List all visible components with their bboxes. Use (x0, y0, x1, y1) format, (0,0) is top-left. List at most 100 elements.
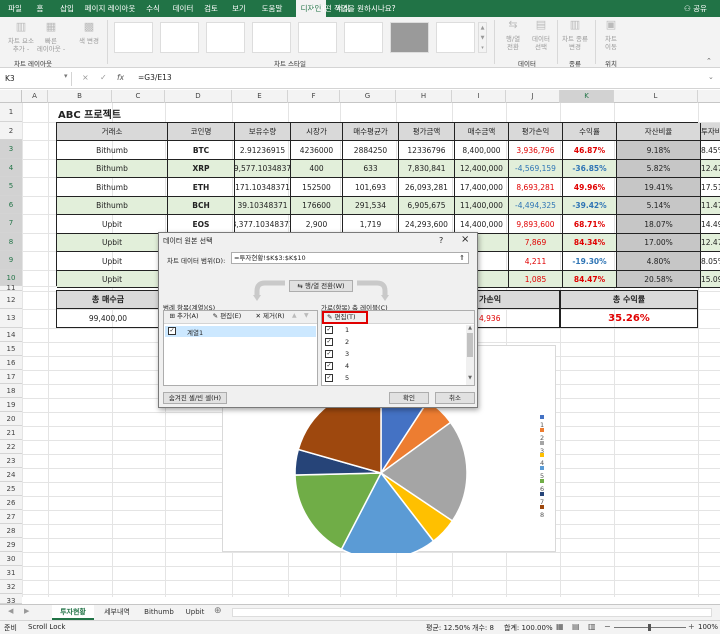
page-break-view-icon[interactable]: ▥ (588, 622, 596, 631)
series-checkbox[interactable]: ✓ (168, 327, 176, 335)
scroll-up-icon[interactable]: ▲ (466, 325, 474, 331)
table-cell[interactable]: 633 (343, 160, 399, 178)
table-cell[interactable]: -36.85% (563, 160, 617, 178)
ok-button[interactable]: 확인 (389, 392, 429, 404)
row-header-27[interactable]: 27 (0, 510, 22, 524)
prev-sheet-icon[interactable]: ◀ (8, 607, 13, 615)
table-cell[interactable]: 12.47% (701, 234, 720, 252)
row-header-13[interactable]: 13 (0, 309, 22, 328)
table-cell[interactable]: 12336796 (399, 141, 455, 160)
row-header-8[interactable]: 8 (0, 233, 22, 251)
table-cell[interactable]: 5.82% (617, 160, 701, 178)
axis-list-scrollbar[interactable]: ▲ ▼ (466, 325, 474, 385)
table-cell[interactable]: 68.71% (563, 215, 617, 234)
table-cell[interactable]: Bithumb (57, 141, 168, 160)
horizontal-scrollbar[interactable] (232, 608, 712, 617)
hidden-empty-cells-button[interactable]: 숨겨진 셀/빈 셀(H) (163, 392, 227, 404)
table-cell[interactable]: Bithumb (57, 160, 168, 178)
column-header-E[interactable]: E (232, 90, 288, 103)
collapse-range-icon[interactable]: ⇑ (457, 253, 467, 263)
scroll-thumb[interactable] (467, 333, 473, 357)
column-header-H[interactable]: H (396, 90, 452, 103)
table-cell[interactable]: 1,085 (509, 271, 563, 288)
table-cell[interactable]: 8.45% (701, 141, 720, 160)
table-cell[interactable]: 9.18% (617, 141, 701, 160)
tab-5[interactable]: 데이터 (170, 0, 196, 17)
header-cell[interactable]: 수익률 (563, 123, 617, 141)
table-cell[interactable]: 3,936,796 (509, 141, 563, 160)
row-header-16[interactable]: 16 (0, 356, 22, 370)
row-header-1[interactable]: 1 (0, 103, 22, 122)
axis-label-item[interactable]: ✓ 2 (325, 337, 465, 348)
zoom-in-icon[interactable]: + (688, 622, 695, 631)
chart-style-1[interactable] (114, 22, 153, 53)
sheet-tab-2[interactable]: Bithumb (140, 605, 178, 620)
column-header-I[interactable]: I (452, 90, 506, 103)
row-header-2[interactable]: 2 (0, 122, 22, 140)
formula-input[interactable]: =G3/E13 (138, 73, 172, 82)
sheet-tab-0[interactable]: 투자현황 (52, 605, 94, 620)
sheet-tab-3[interactable]: Upbit (180, 605, 210, 620)
table-cell[interactable]: Bithumb (57, 178, 168, 197)
header-cell[interactable]: 평가금액 (399, 123, 455, 141)
tab-2[interactable]: 삽입 (54, 0, 80, 17)
collapse-ribbon-icon[interactable]: ⌃ (706, 57, 712, 65)
zoom-slider-thumb[interactable] (648, 624, 651, 631)
series-list-item[interactable]: ✓ 계열1 (165, 326, 316, 337)
chart-style-3[interactable] (206, 22, 245, 53)
table-cell[interactable]: -39.42% (563, 197, 617, 215)
row-header-7[interactable]: 7 (0, 214, 22, 233)
edit-series-button[interactable]: ✎ 편집(E) (206, 311, 248, 323)
table-cell[interactable]: XRP (168, 160, 235, 178)
table-cell[interactable]: 9,893,600 (509, 215, 563, 234)
sheet-tab-1[interactable]: 세부내역 (96, 605, 138, 620)
row-header-15[interactable]: 15 (0, 342, 22, 356)
header-cell[interactable]: 거래소 (57, 123, 168, 141)
move-up-icon[interactable]: ▲ (292, 312, 297, 319)
table-cell[interactable]: Upbit (57, 234, 168, 252)
table-cell[interactable]: 8,693,281 (509, 178, 563, 197)
table-cell[interactable]: 12,400,000 (455, 160, 509, 178)
table-cell[interactable]: 11.47% (701, 197, 720, 215)
tab-1[interactable]: 홈 (30, 0, 50, 17)
row-header-18[interactable]: 18 (0, 384, 22, 398)
axis-label-checkbox[interactable]: ✓ (325, 350, 333, 358)
help-button[interactable]: ? (439, 236, 443, 245)
table-cell[interactable]: 19.41% (617, 178, 701, 197)
close-button[interactable]: × (461, 234, 469, 245)
axis-label-item[interactable]: ✓ 3 (325, 349, 465, 360)
column-header-A[interactable]: A (22, 90, 48, 103)
tab-8[interactable]: 도움말 (256, 0, 288, 17)
table-cell[interactable]: 4236000 (291, 141, 343, 160)
table-cell[interactable]: 17,400,000 (455, 178, 509, 197)
table-cell[interactable]: 5.14% (617, 197, 701, 215)
row-header-12[interactable]: 12 (0, 291, 22, 309)
row-header-26[interactable]: 26 (0, 496, 22, 510)
table-cell[interactable]: 6,905,675 (399, 197, 455, 215)
header-cell[interactable]: 투자비율 (701, 123, 720, 141)
table-cell[interactable]: 291,534 (343, 197, 399, 215)
axis-label-checkbox[interactable]: ✓ (325, 326, 333, 334)
row-header-9[interactable]: 9 (0, 251, 22, 270)
scroll-down-icon[interactable]: ▼ (466, 375, 474, 381)
tab-0[interactable]: 파일 (4, 0, 26, 17)
table-cell[interactable]: 4,211 (509, 252, 563, 271)
select-data-button[interactable]: ▤ 데이터 선택 (528, 19, 554, 51)
column-header-D[interactable]: D (165, 90, 232, 103)
gallery-scroll[interactable]: ▲ ▼ ▾ (478, 22, 487, 53)
row-header-20[interactable]: 20 (0, 412, 22, 426)
table-cell[interactable]: -4,569,159 (509, 160, 563, 178)
table-cell[interactable]: 19,577.10348371 (235, 160, 291, 178)
cancel-button[interactable]: 취소 (435, 392, 475, 404)
row-header-33[interactable]: 33 (0, 594, 22, 605)
axis-label-checkbox[interactable]: ✓ (325, 338, 333, 346)
header-cell[interactable]: 매수금액 (455, 123, 509, 141)
column-header-K[interactable]: K (560, 90, 614, 103)
row-header-5[interactable]: 5 (0, 177, 22, 196)
change-colors-button[interactable]: ▩ 색 변경 (74, 21, 104, 45)
expand-formula-icon[interactable]: ⌄ (708, 73, 714, 81)
table-cell[interactable]: 101,693 (343, 178, 399, 197)
add-sheet-icon[interactable]: ⊕ (214, 606, 222, 616)
insert-function-icon[interactable]: fx (117, 73, 124, 82)
row-header-4[interactable]: 4 (0, 159, 22, 177)
